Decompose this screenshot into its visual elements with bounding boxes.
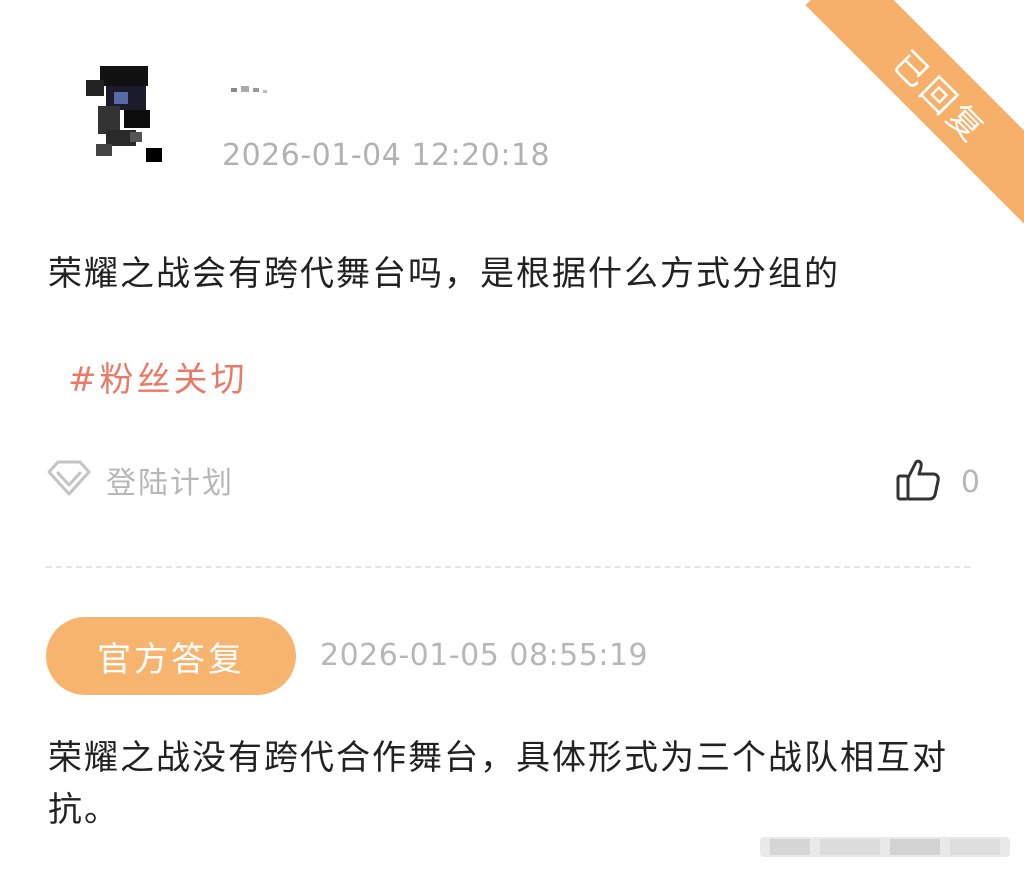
reply-timestamp: 2026-01-05 08:55:19 [320, 638, 649, 673]
divider [46, 566, 970, 568]
topic-tag[interactable]: #粉丝关切 [68, 352, 248, 401]
question-text: 荣耀之战会有跨代舞台吗，是根据什么方式分组的 [48, 254, 840, 294]
source-label: 登陆计划 [106, 466, 234, 501]
official-reply-badge: 官方答复 [46, 617, 296, 695]
status-ribbon-label: 已回复 [805, 0, 1024, 230]
question-timestamp: 2026-01-04 12:20:18 [222, 138, 551, 173]
diamond-icon [46, 459, 92, 501]
avatar[interactable] [86, 66, 166, 162]
status-ribbon: 已回复 [794, 0, 1024, 230]
like-count: 0 [960, 464, 980, 500]
source-link[interactable]: 登陆计划 [46, 458, 234, 502]
reply-text: 荣耀之战没有跨代合作舞台，具体形式为三个战队相互对抗。 [48, 738, 948, 830]
watermark-obscured [760, 827, 1010, 863]
username-obscured[interactable] [225, 70, 275, 98]
like-button[interactable]: 0 [895, 458, 980, 506]
thumbs-up-icon [895, 458, 941, 506]
